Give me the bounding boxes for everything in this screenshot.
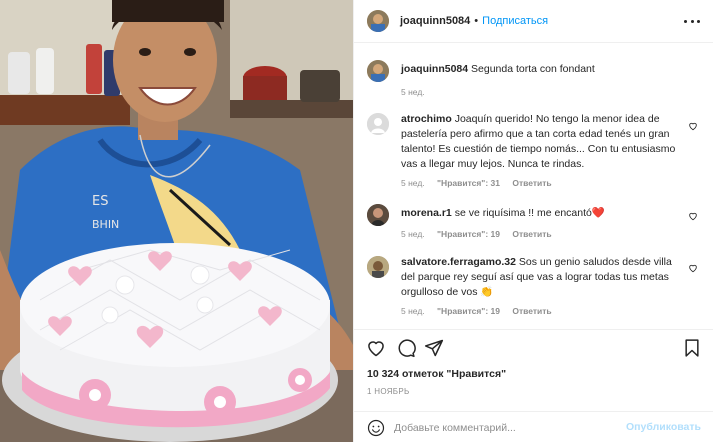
- paper-plane-icon[interactable]: [424, 338, 444, 358]
- instagram-post: ES BHIN joaquinn5084 • Подписаться joaqu…: [0, 0, 713, 442]
- comment-meta: 5 нед. "Нравится": 19 Ответить: [401, 306, 562, 316]
- heart-icon[interactable]: [688, 263, 698, 273]
- comment-composer: Опубликовать: [354, 411, 713, 442]
- post-photo-image: ES BHIN: [0, 0, 353, 442]
- avatar[interactable]: [367, 256, 389, 278]
- comment-age[interactable]: 5 нед.: [401, 229, 425, 239]
- reply-button[interactable]: Ответить: [512, 178, 551, 188]
- separator-dot: •: [474, 15, 479, 27]
- caption-meta: 5 нед.: [401, 87, 435, 97]
- svg-text:BHIN: BHIN: [92, 218, 119, 231]
- comment-text: morena.r1 se ve riquísima !! me encantó❤…: [401, 206, 686, 221]
- comment-text: atrochimo Joaquín querido! No tengo la m…: [401, 112, 686, 172]
- comment-username[interactable]: morena.r1: [401, 207, 452, 219]
- post-date[interactable]: 1 НОЯБРЬ: [367, 387, 410, 396]
- heart-icon[interactable]: [688, 211, 698, 221]
- caption-age[interactable]: 5 нед.: [401, 87, 425, 97]
- comment-likes[interactable]: "Нравится": 19: [437, 306, 500, 316]
- likes-count[interactable]: 10 324 отметок "Нравится": [367, 368, 506, 380]
- avatar[interactable]: [367, 204, 389, 226]
- caption-content: Segunda torta con fondant: [471, 63, 595, 75]
- comment-username[interactable]: salvatore.ferragamo.32: [401, 256, 516, 268]
- comments-list[interactable]: joaquinn5084 Segunda torta con fondant 5…: [354, 43, 713, 329]
- comment-icon[interactable]: [396, 338, 416, 358]
- avatar[interactable]: [367, 113, 389, 135]
- heart-icon[interactable]: [688, 121, 698, 131]
- comment-content: se ve riquísima !! me encantó❤️: [454, 207, 605, 219]
- publish-button[interactable]: Опубликовать: [626, 421, 701, 433]
- more-horizontal-icon[interactable]: [684, 13, 700, 29]
- post-author-username[interactable]: joaquinn5084: [400, 15, 470, 27]
- post-sidebar: joaquinn5084 • Подписаться joaquinn5084 …: [353, 0, 713, 442]
- comment-username[interactable]: atrochimo: [401, 113, 452, 125]
- follow-button[interactable]: Подписаться: [482, 15, 548, 27]
- comment-likes[interactable]: "Нравится": 19: [437, 229, 500, 239]
- reply-button[interactable]: Ответить: [512, 306, 551, 316]
- avatar[interactable]: [367, 10, 389, 32]
- post-actions: 10 324 отметок "Нравится" 1 НОЯБРЬ: [354, 329, 713, 411]
- comment-age[interactable]: 5 нед.: [401, 178, 425, 188]
- bookmark-icon[interactable]: [682, 338, 702, 358]
- comment-meta: 5 нед. "Нравится": 19 Ответить: [401, 229, 562, 239]
- caption-text: joaquinn5084 Segunda torta con fondant: [401, 62, 686, 77]
- comment-meta: 5 нед. "Нравится": 31 Ответить: [401, 178, 562, 188]
- comment-age[interactable]: 5 нед.: [401, 306, 425, 316]
- post-header: joaquinn5084 • Подписаться: [354, 0, 713, 43]
- reply-button[interactable]: Ответить: [512, 229, 551, 239]
- heart-icon[interactable]: [366, 338, 386, 358]
- caption-username[interactable]: joaquinn5084: [401, 63, 468, 75]
- comment-input[interactable]: [394, 419, 624, 437]
- post-photo[interactable]: ES BHIN: [0, 0, 353, 442]
- avatar[interactable]: [367, 60, 389, 82]
- emoji-icon[interactable]: [367, 419, 385, 437]
- comment-likes[interactable]: "Нравится": 31: [437, 178, 500, 188]
- svg-text:ES: ES: [92, 194, 108, 209]
- comment-text: salvatore.ferragamo.32 Sos un genio salu…: [401, 255, 686, 300]
